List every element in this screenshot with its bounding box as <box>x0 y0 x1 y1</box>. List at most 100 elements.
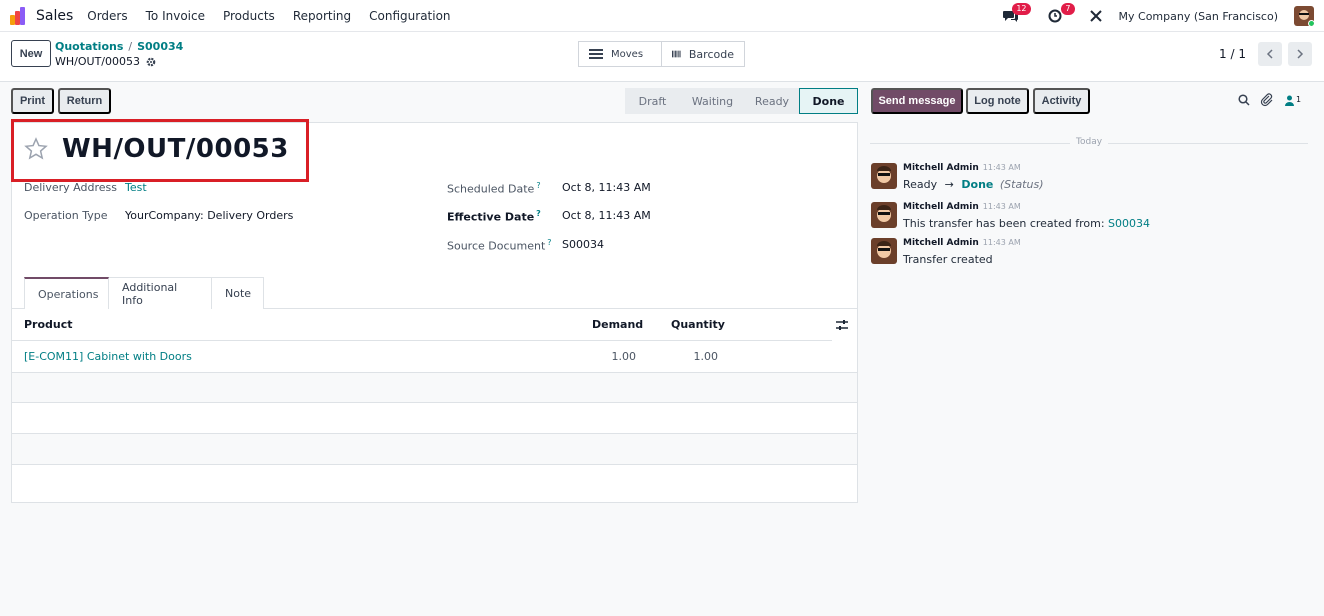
person-icon <box>1285 95 1294 106</box>
column-quantity[interactable]: Quantity <box>671 318 725 331</box>
followers-count: 1 <box>1296 94 1302 104</box>
operation-type-label: Operation Type <box>24 209 108 222</box>
activities-button[interactable]: 7 <box>1045 3 1075 26</box>
author-avatar[interactable] <box>871 238 897 264</box>
row-product[interactable]: [E-COM11] Cabinet with Doors <box>24 350 192 363</box>
delivery-address-label: Delivery Address <box>24 181 117 194</box>
status-bar: Draft Waiting Ready Done <box>625 88 858 114</box>
delivery-address-value[interactable]: Test <box>125 181 147 194</box>
message-link[interactable]: S00034 <box>1108 217 1150 230</box>
tracking-field-name: (Status) <box>999 178 1044 191</box>
company-switcher[interactable]: My Company (San Francisco) <box>1119 10 1278 23</box>
breadcrumb-separator: / <box>128 40 133 53</box>
user-avatar[interactable] <box>1294 6 1314 26</box>
nav-orders[interactable]: Orders <box>87 9 127 23</box>
new-button[interactable]: New <box>11 40 51 67</box>
top-navbar: Sales Orders To Invoice Products Reporti… <box>0 0 1324 32</box>
return-button[interactable]: Return <box>58 88 111 114</box>
message-time: 11:43 AM <box>982 238 1021 247</box>
activities-badge: 7 <box>1061 3 1075 15</box>
activity-button[interactable]: Activity <box>1033 88 1090 114</box>
pager-value[interactable]: 1 / 1 <box>1219 47 1246 61</box>
empty-row <box>12 434 857 464</box>
followers-button[interactable]: 1 <box>1284 95 1301 106</box>
message-time: 11:43 AM <box>982 202 1021 211</box>
operation-type-value[interactable]: YourCompany: Delivery Orders <box>125 209 293 222</box>
help-tooltip-icon[interactable]: ? <box>536 181 540 190</box>
message-author: Mitchell Admin 11:43 AM <box>903 163 1021 173</box>
status-waiting[interactable]: Waiting <box>680 88 745 114</box>
tab-additional-info[interactable]: Additional Info <box>109 277 212 309</box>
nav-configuration[interactable]: Configuration <box>369 9 450 23</box>
clock-icon <box>1048 9 1062 23</box>
effective-date-value[interactable]: Oct 8, 11:43 AM <box>562 209 651 222</box>
today-label: Today <box>1070 137 1109 147</box>
paperclip-icon[interactable] <box>1260 93 1274 107</box>
empty-row <box>12 373 857 402</box>
message-body: This transfer has been created from: S00… <box>903 217 1151 230</box>
pager-previous-button[interactable] <box>1258 42 1282 66</box>
record-title: WH/OUT/00053 <box>62 134 289 164</box>
search-icon[interactable] <box>1238 94 1250 106</box>
messages-button[interactable]: 12 <box>1001 3 1031 26</box>
sales-app-icon[interactable] <box>10 6 30 25</box>
message-body: Transfer created <box>903 253 993 266</box>
list-icon <box>589 49 603 59</box>
source-document-label: Source Document? <box>447 238 552 253</box>
send-message-button[interactable]: Send message <box>871 88 963 114</box>
breadcrumb: Quotations / S00034 WH/OUT/00053 <box>55 40 183 68</box>
barcode-label: Barcode <box>688 47 734 61</box>
print-button[interactable]: Print <box>11 88 54 114</box>
column-product[interactable]: Product <box>24 318 73 331</box>
barcode-smart-button[interactable]: Barcode <box>662 41 745 67</box>
debug-tools-icon[interactable] <box>1089 9 1103 23</box>
message-body: Ready → Done (Status) <box>903 178 1044 191</box>
help-tooltip-icon[interactable]: ? <box>536 209 541 218</box>
pager-next-button[interactable] <box>1288 42 1312 66</box>
moves-smart-button[interactable]: Moves <box>578 41 662 67</box>
scheduled-date-label: Scheduled Date? <box>447 181 541 196</box>
column-demand[interactable]: Demand <box>592 318 643 331</box>
moves-label: Moves <box>611 48 644 60</box>
scheduled-date-value[interactable]: Oct 8, 11:43 AM <box>562 181 651 194</box>
row-quantity[interactable]: 1.00 <box>658 350 719 363</box>
nav-reporting[interactable]: Reporting <box>293 9 351 23</box>
barcode-icon <box>672 50 681 58</box>
log-note-button[interactable]: Log note <box>966 88 1029 114</box>
chevron-right-icon <box>1297 49 1304 59</box>
effective-date-label: Effective Date? <box>447 209 541 224</box>
author-avatar[interactable] <box>871 202 897 228</box>
pager: 1 / 1 <box>1219 42 1312 66</box>
tab-note[interactable]: Note <box>212 277 264 309</box>
notebook-tabs: Operations Additional Info Note <box>24 277 264 309</box>
tracking-old-value: Ready <box>903 178 938 191</box>
row-divider <box>12 464 857 465</box>
status-ready[interactable]: Ready <box>745 88 799 114</box>
app-name[interactable]: Sales <box>36 8 73 24</box>
breadcrumb-current: WH/OUT/00053 <box>55 55 140 68</box>
nav-products[interactable]: Products <box>223 9 275 23</box>
status-draft[interactable]: Draft <box>625 88 680 114</box>
help-tooltip-icon[interactable]: ? <box>547 238 551 247</box>
optional-columns-icon[interactable] <box>836 319 848 331</box>
table-header: Product Demand Quantity <box>12 309 832 341</box>
chatter-toolbar-icons: 1 <box>1238 93 1301 107</box>
message-author: Mitchell Admin 11:43 AM <box>903 202 1021 212</box>
author-avatar[interactable] <box>871 163 897 189</box>
tab-operations[interactable]: Operations <box>24 277 109 309</box>
control-panel: New Quotations / S00034 WH/OUT/00053 Moves… <box>0 32 1324 82</box>
breadcrumb-order[interactable]: S00034 <box>137 40 183 53</box>
source-document-value[interactable]: S00034 <box>562 238 604 251</box>
breadcrumb-quotations[interactable]: Quotations <box>55 40 123 53</box>
tracking-new-value: Done <box>961 178 994 191</box>
arrow-right-icon: → <box>944 178 954 191</box>
row-divider <box>12 402 857 403</box>
gear-icon[interactable] <box>146 57 156 67</box>
message-author: Mitchell Admin 11:43 AM <box>903 238 1021 248</box>
chevron-left-icon <box>1266 49 1273 59</box>
star-icon[interactable] <box>24 137 48 161</box>
message-time: 11:43 AM <box>982 163 1021 172</box>
status-done[interactable]: Done <box>799 88 858 114</box>
row-demand[interactable]: 1.00 <box>576 350 637 363</box>
nav-to-invoice[interactable]: To Invoice <box>146 9 205 23</box>
